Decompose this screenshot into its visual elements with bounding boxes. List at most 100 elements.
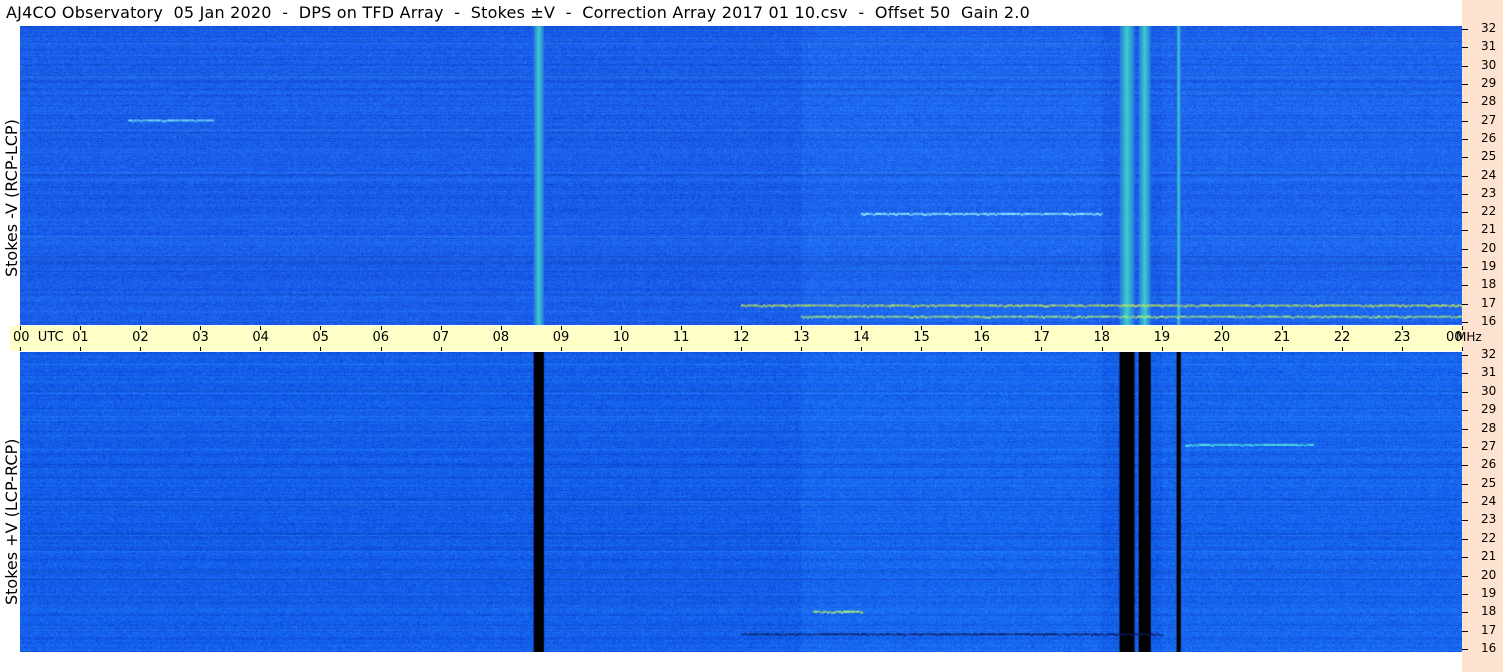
time-tick: [801, 326, 803, 330]
frequency-tick-label: 18: [1481, 604, 1497, 619]
frequency-tick-label: 23: [1481, 512, 1497, 527]
time-tick: [1041, 347, 1043, 351]
time-tick: [620, 347, 622, 351]
time-tick-label: 18: [1093, 330, 1111, 345]
frequency-tick: [1462, 66, 1468, 67]
frequency-tick: [1462, 267, 1468, 268]
frequency-tick: [1462, 557, 1468, 558]
frequency-tick: [1462, 212, 1468, 213]
time-tick-label: 04: [252, 330, 269, 345]
frequency-tick-label: 28: [1481, 420, 1497, 435]
frequency-tick-label: 27: [1481, 112, 1497, 127]
time-tick: [741, 347, 742, 351]
stokes-plus-v-spectrogram: [20, 352, 1462, 652]
time-tick: [1161, 347, 1163, 351]
time-tick: [140, 326, 142, 330]
frequency-tick-label: 22: [1481, 530, 1497, 545]
stokes-minus-v-spectrogram: [20, 26, 1462, 325]
chart-title: AJ4CO Observatory 05 Jan 2020 - DPS on T…: [6, 3, 1030, 22]
frequency-tick: [1462, 447, 1468, 448]
time-tick: [140, 347, 142, 351]
mhz-unit-label: MHz: [1456, 330, 1482, 344]
frequency-tick: [1462, 249, 1468, 250]
time-tick: [260, 347, 262, 351]
frequency-tick: [1462, 631, 1468, 632]
time-tick: [680, 347, 682, 351]
time-tick-label: 23: [1393, 330, 1411, 345]
frequency-tick-label: 27: [1481, 438, 1497, 453]
time-tick: [620, 326, 622, 330]
time-tick: [1101, 347, 1103, 351]
time-tick-label: 05: [312, 330, 329, 345]
frequency-tick: [1462, 230, 1468, 231]
time-tick: [981, 326, 983, 330]
time-tick: [1281, 347, 1283, 351]
y-axis-label-bottom: Stokes +V (LCP-RCP): [2, 438, 21, 605]
frequency-tick-label: 30: [1481, 57, 1497, 72]
time-tick-label: 00 UTC: [13, 330, 64, 345]
time-tick-label: 15: [913, 330, 930, 345]
time-tick-label: 16: [973, 330, 990, 345]
time-tick: [320, 347, 322, 351]
time-tick: [20, 326, 21, 330]
frequency-tick: [1462, 84, 1468, 85]
frequency-tick-label: 17: [1481, 295, 1497, 310]
time-tick: [1401, 326, 1403, 330]
time-tick-label: 08: [492, 330, 510, 345]
y-axis-label-top: Stokes -V (RCP-LCP): [2, 119, 21, 277]
time-tick: [500, 347, 502, 351]
frequency-tick-label: 20: [1481, 567, 1497, 582]
frequency-tick-label: 24: [1481, 167, 1497, 182]
time-tick: [80, 347, 82, 351]
time-tick-label: 02: [132, 330, 149, 345]
time-tick: [680, 326, 682, 330]
time-tick: [1341, 347, 1343, 351]
time-tick: [380, 326, 382, 330]
frequency-tick: [1462, 594, 1468, 595]
frequency-tick-label: 16: [1481, 641, 1497, 655]
time-tick: [560, 326, 562, 330]
frequency-tick-label: 32: [1481, 21, 1497, 35]
time-tick: [981, 347, 983, 351]
frequency-tick: [1462, 649, 1468, 650]
frequency-tick: [1462, 139, 1468, 140]
frequency-tick: [1462, 176, 1468, 177]
frequency-tick: [1462, 484, 1468, 485]
frequency-tick: [1462, 392, 1468, 393]
frequency-tick: [1462, 47, 1468, 48]
time-tick: [1341, 326, 1343, 330]
frequency-tick-label: 20: [1481, 240, 1497, 255]
time-tick: [801, 347, 803, 351]
frequency-tick-label: 18: [1481, 277, 1497, 292]
time-tick-label: 21: [1273, 330, 1291, 345]
time-tick-label: 13: [793, 330, 810, 345]
time-tick-label: 22: [1333, 330, 1351, 345]
time-tick-label: 20: [1213, 330, 1231, 345]
frequency-tick: [1462, 355, 1468, 356]
frequency-tick-label: 16: [1481, 314, 1497, 328]
time-tick: [200, 326, 202, 330]
time-tick: [200, 347, 202, 351]
time-tick: [380, 347, 382, 351]
time-tick: [921, 326, 923, 330]
frequency-tick-label: 26: [1481, 457, 1497, 472]
frequency-tick: [1462, 429, 1468, 430]
frequency-tick-label: 17: [1481, 622, 1497, 637]
time-tick: [1401, 347, 1403, 351]
frequency-tick-label: 28: [1481, 94, 1497, 109]
frequency-tick: [1462, 410, 1468, 411]
spectrogram-canvas-bottom: [20, 352, 1462, 652]
frequency-tick-label: 29: [1481, 402, 1497, 417]
frequency-tick: [1462, 102, 1468, 103]
time-tick: [1221, 326, 1223, 330]
frequency-tick: [1462, 285, 1468, 286]
time-tick: [20, 347, 21, 351]
frequency-tick-label: 31: [1481, 365, 1497, 380]
frequency-tick: [1462, 520, 1468, 521]
frequency-tick: [1462, 539, 1468, 540]
time-tick: [1161, 326, 1163, 330]
time-tick: [1221, 347, 1223, 351]
time-tick: [260, 326, 262, 330]
frequency-tick: [1462, 121, 1468, 122]
frequency-tick-label: 25: [1481, 149, 1497, 164]
